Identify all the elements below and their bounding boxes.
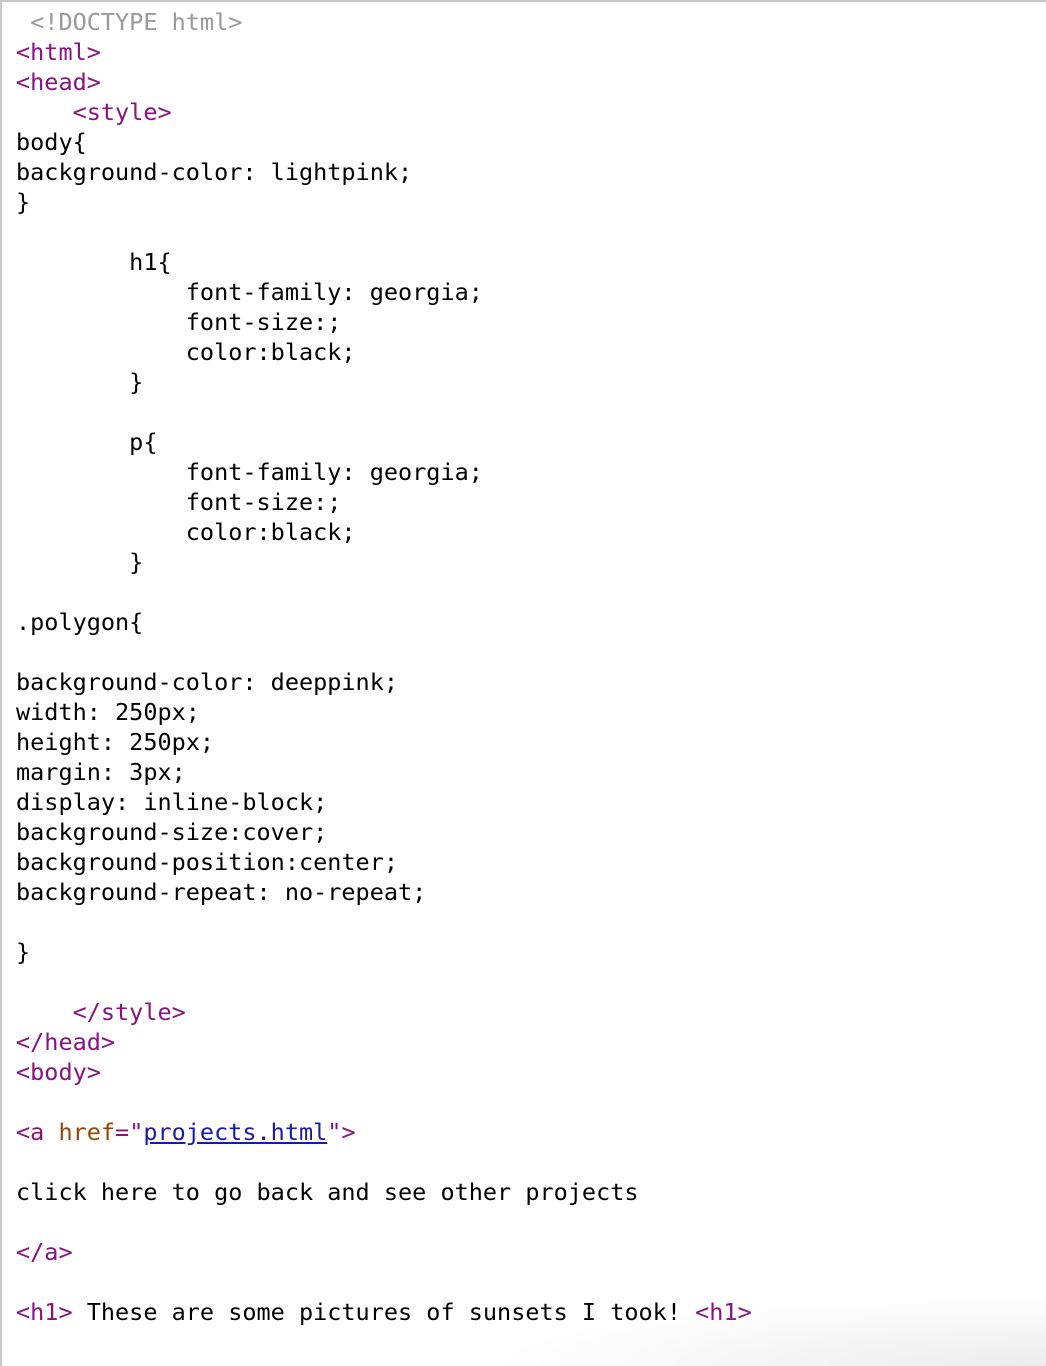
source-line: background-color: lightpink; [16, 157, 412, 187]
source-token-tag: <h1> [695, 1298, 752, 1326]
source-token-text: display: inline-block; [16, 788, 328, 816]
source-token-text: p{ [16, 428, 158, 456]
source-line: <html> [16, 37, 101, 67]
source-line: <h1> These are some pictures of sunsets … [16, 1297, 752, 1327]
source-token-text: background-color: lightpink; [16, 158, 413, 186]
source-line: <head> [16, 67, 101, 97]
source-line: } [16, 367, 143, 397]
source-token-text: } [16, 368, 144, 396]
source-token-text: background-color: deeppink; [16, 668, 399, 696]
source-line: } [16, 547, 143, 577]
source-token-text: margin: 3px; [16, 758, 186, 786]
source-line: font-size:; [16, 307, 342, 337]
source-line: .polygon{ [16, 607, 143, 637]
source-line: font-family: georgia; [16, 277, 483, 307]
source-token-text: font-family: georgia; [16, 458, 483, 486]
source-token-text: width: 250px; [16, 698, 200, 726]
source-token-tag: <body> [16, 1058, 101, 1086]
source-token-text: } [16, 938, 31, 966]
source-line: </style> [16, 997, 186, 1027]
source-line: </head> [16, 1027, 115, 1057]
source-line: <style> [16, 97, 172, 127]
source-token-text: h1{ [16, 248, 172, 276]
source-token-text: } [16, 548, 144, 576]
source-line: height: 250px; [16, 727, 214, 757]
source-token-text: color:black; [16, 338, 356, 366]
source-line: color:black; [16, 517, 356, 547]
source-token-text: click here to go back and see other proj… [16, 1178, 639, 1206]
source-line: background-size:cover; [16, 817, 327, 847]
source-token-tag: <style> [72, 98, 172, 126]
href-link[interactable]: projects.html [143, 1118, 327, 1146]
source-line: font-family: georgia; [16, 457, 483, 487]
source-token-tag: </head> [16, 1028, 116, 1056]
source-line: background-color: deeppink; [16, 667, 398, 697]
source-token-text: background-size:cover; [16, 818, 328, 846]
source-line: click here to go back and see other proj… [16, 1177, 639, 1207]
source-line: width: 250px; [16, 697, 200, 727]
source-token-text: These are some pictures of sunsets I too… [72, 1298, 696, 1326]
source-token-tag: <a [16, 1118, 59, 1146]
source-line: p{ [16, 427, 157, 457]
source-line: <!DOCTYPE html> [16, 7, 242, 37]
source-line: font-size:; [16, 487, 342, 517]
source-token-text [16, 998, 73, 1026]
source-line: background-position:center; [16, 847, 398, 877]
source-token-text: background-position:center; [16, 848, 399, 876]
source-token-tag: <html> [16, 38, 101, 66]
source-view-frame: <!DOCTYPE html> <html> <head> <style> body{… [0, 0, 1046, 1366]
source-line: <a href="projects.html"> [16, 1117, 356, 1147]
source-line: h1{ [16, 247, 172, 277]
source-line: body{ [16, 127, 87, 157]
source-line: <body> [16, 1057, 101, 1087]
source-line: background-repeat: no-repeat; [16, 877, 426, 907]
source-token-text: background-repeat: no-repeat; [16, 878, 427, 906]
source-line: } [16, 187, 30, 217]
source-token-text: body{ [16, 128, 87, 156]
source-token-tag: =" [115, 1118, 144, 1146]
source-token-doctype: <!DOCTYPE html> [16, 8, 243, 36]
source-line: color:black; [16, 337, 356, 367]
source-token-tag: "> [327, 1118, 356, 1146]
source-token-tag: </a> [16, 1238, 73, 1266]
source-token-tag: <h1> [16, 1298, 73, 1326]
source-line: margin: 3px; [16, 757, 186, 787]
source-line: display: inline-block; [16, 787, 327, 817]
source-token-text: font-size:; [16, 488, 342, 516]
source-token-tag: </style> [72, 998, 186, 1026]
source-line: } [16, 937, 30, 967]
source-token-text: font-family: georgia; [16, 278, 483, 306]
source-token-text: } [16, 188, 31, 216]
source-token-text: color:black; [16, 518, 356, 546]
source-token-text: height: 250px; [16, 728, 215, 756]
source-token-text: .polygon{ [16, 608, 144, 636]
source-token-text: font-size:; [16, 308, 342, 336]
source-token-attr: href [58, 1118, 116, 1146]
source-token-tag: <head> [16, 68, 101, 96]
source-token-text [16, 98, 73, 126]
source-line: </a> [16, 1237, 73, 1267]
